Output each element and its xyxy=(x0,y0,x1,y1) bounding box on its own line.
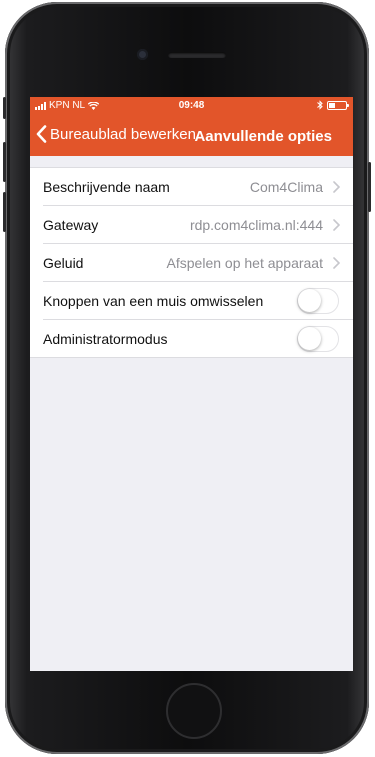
mute-switch xyxy=(3,97,6,119)
volume-down-button xyxy=(3,192,6,232)
row-swap-mouse-buttons: Knoppen van een muis omwisselen xyxy=(30,282,353,320)
row-value: Com4Clima xyxy=(249,179,323,195)
swap-mouse-buttons-toggle[interactable] xyxy=(297,288,339,314)
chevron-right-icon xyxy=(333,219,340,231)
row-label: Administratormodus xyxy=(43,331,168,347)
row-label: Knoppen van een muis omwisselen xyxy=(43,293,264,309)
row-label: Geluid xyxy=(43,255,84,271)
bluetooth-icon xyxy=(317,100,323,110)
page-title: Aanvullende opties xyxy=(194,128,332,145)
home-button[interactable] xyxy=(166,683,222,739)
row-label: Beschrijvende naam xyxy=(43,179,170,195)
row-sound[interactable]: Geluid Afspelen op het apparaat xyxy=(30,244,353,282)
row-administrator-mode: Administratormodus xyxy=(30,320,353,358)
row-value: rdp.com4clima.nl:444 xyxy=(189,217,323,233)
back-button[interactable]: Bureaublad bewerken xyxy=(36,125,196,143)
options-list: Beschrijvende naam Com4Clima Gateway rdp… xyxy=(30,168,353,358)
chevron-left-icon xyxy=(36,125,47,143)
battery-icon xyxy=(327,100,349,110)
row-label: Gateway xyxy=(43,217,99,233)
status-bar: KPN NL 09:48 xyxy=(30,97,353,116)
volume-up-button xyxy=(3,142,6,182)
row-descriptive-name[interactable]: Beschrijvende naam Com4Clima xyxy=(30,168,353,206)
battery-level xyxy=(329,102,335,108)
screen: KPN NL 09:48 Bureaublad bewerken Aanvull… xyxy=(30,97,353,671)
row-gateway[interactable]: Gateway rdp.com4clima.nl:444 xyxy=(30,206,353,244)
toggle-knob xyxy=(298,327,321,350)
chevron-right-icon xyxy=(333,257,340,269)
status-time: 09:48 xyxy=(178,100,205,111)
power-button xyxy=(368,162,371,212)
earpiece-speaker xyxy=(168,52,226,58)
back-label: Bureaublad bewerken xyxy=(50,125,196,143)
front-camera xyxy=(137,49,148,60)
administrator-mode-toggle[interactable] xyxy=(297,326,339,352)
chevron-right-icon xyxy=(333,181,340,193)
status-right xyxy=(317,100,349,110)
toggle-knob xyxy=(298,289,321,312)
navigation-bar: Bureaublad bewerken Aanvullende opties xyxy=(30,116,353,156)
row-value: Afspelen op het apparaat xyxy=(166,255,323,271)
